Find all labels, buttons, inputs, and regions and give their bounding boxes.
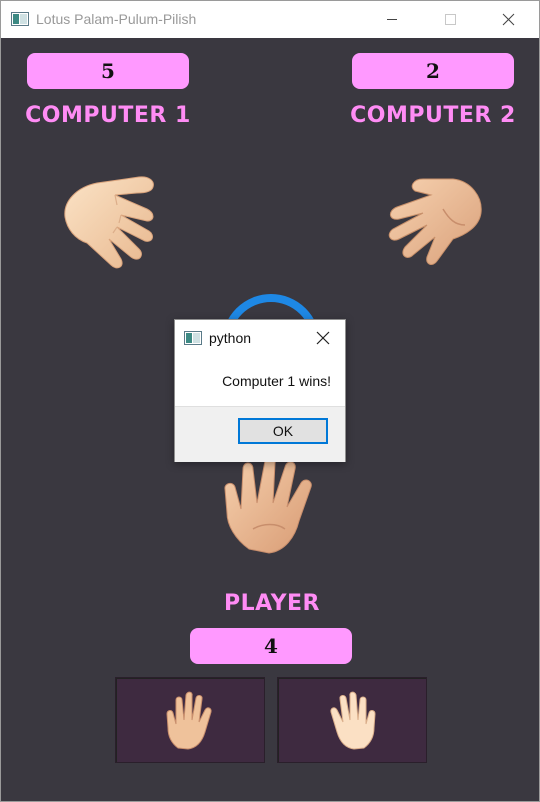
player-label: PLAYER: [224, 591, 320, 616]
app-icon: [11, 12, 29, 26]
dialog-app-icon: [184, 331, 202, 345]
player-hand-palm-up-icon: [224, 455, 312, 554]
dialog-title: python: [209, 330, 252, 346]
hand-palm-up-icon: [388, 178, 482, 265]
computer1-score: 5: [27, 53, 189, 89]
player-score: 4: [190, 628, 352, 664]
app-window: Lotus Palam-Pulum-Pilish 5 COMPUTER 1 2 …: [0, 0, 540, 802]
choice-button-back[interactable]: [277, 677, 427, 763]
title-bar: Lotus Palam-Pulum-Pilish: [1, 1, 539, 38]
hand-palm-down-icon: [64, 176, 154, 269]
computer2-label: COMPUTER 2: [350, 103, 516, 128]
close-icon[interactable]: [485, 1, 531, 38]
computer1-label: COMPUTER 1: [25, 103, 191, 128]
raised-hand-icon: [166, 691, 212, 750]
computer2-score: 2: [352, 53, 514, 89]
raised-back-of-hand-icon: [330, 691, 376, 750]
message-dialog: python Computer 1 wins! OK: [174, 319, 346, 462]
dialog-close-icon[interactable]: [313, 328, 333, 348]
window-title: Lotus Palam-Pulum-Pilish: [36, 11, 197, 27]
choice-button-palm[interactable]: [115, 677, 265, 763]
maximize-icon[interactable]: [427, 1, 473, 38]
dialog-message: Computer 1 wins!: [222, 373, 331, 389]
ok-button[interactable]: OK: [238, 418, 328, 444]
minimize-icon[interactable]: [369, 1, 415, 38]
dialog-footer: OK: [175, 406, 345, 462]
